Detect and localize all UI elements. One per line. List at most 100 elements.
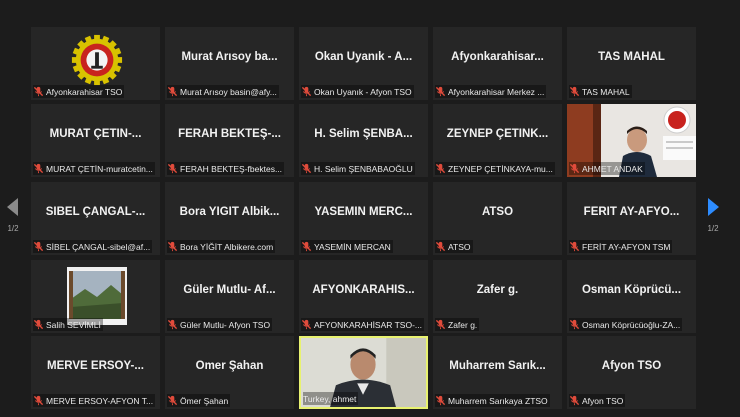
participant-label: AFYONKARAHİSAR TSO-... <box>301 318 425 331</box>
participant-tile[interactable]: ATSO ATSO <box>433 182 562 255</box>
muted-mic-icon <box>435 86 446 97</box>
participant-label: Turkey, ahmet <box>303 392 359 405</box>
muted-mic-icon <box>167 86 178 97</box>
muted-mic-icon <box>301 241 312 252</box>
participant-name-label: FERİT AY-AFYON TSM <box>582 241 671 252</box>
participant-label: Afyonkarahisar TSO <box>33 85 125 98</box>
participant-tile[interactable]: Bora YİĞİT Albik... Bora YİĞİT Albikere.c… <box>165 182 294 255</box>
participant-name-label: AFYONKARAHİSAR TSO-... <box>314 319 423 330</box>
participant-tile[interactable]: H. Selim ŞENBA... H. Selim ŞENBABAOĞLU <box>299 104 428 177</box>
participant-name-label: Bora YİĞİT Albikere.com <box>180 241 274 252</box>
participant-name-label: Ömer Şahan <box>180 395 229 406</box>
participant-label: MURAT ÇETİN-muratcetin... <box>33 162 155 175</box>
participant-label: FERİT AY-AFYON TSM <box>569 240 673 253</box>
participant-tile[interactable]: ZEYNEP ÇETİNK... ZEYNEP ÇETİNKAYA-mu... <box>433 104 562 177</box>
participant-tile[interactable]: SİBEL ÇANGAL-... SİBEL ÇANGAL-sibel@af... <box>31 182 160 255</box>
participant-tile[interactable]: Ömer Şahan Ömer Şahan <box>165 336 294 409</box>
participant-name-label: Okan Uyanık - Afyon TSO <box>314 86 412 97</box>
next-page-button[interactable]: 1/2 <box>700 180 726 250</box>
muted-mic-icon <box>435 163 446 174</box>
participant-tile[interactable]: FERAH BEKTEŞ-... FERAH BEKTEŞ-fbektes... <box>165 104 294 177</box>
muted-mic-icon <box>569 395 580 406</box>
participant-label: SİBEL ÇANGAL-sibel@af... <box>33 240 153 253</box>
participant-tile[interactable]: Afyonkarahisar TSO <box>31 27 160 100</box>
participant-label: YASEMİN MERCAN <box>301 240 393 253</box>
participant-label: Murat Arısoy basin@afy... <box>167 85 279 98</box>
participant-display-name: Murat Arısoy ba... <box>181 51 278 63</box>
participant-label: Okan Uyanık - Afyon TSO <box>301 85 414 98</box>
participant-display-name: H. Selim ŞENBA... <box>314 128 413 140</box>
participant-display-name: Güler Mutlu- Af... <box>183 284 276 296</box>
participant-name-label: Muharrem Sarıkaya ZTSO <box>448 395 548 406</box>
participant-label: TAS MAHAL <box>569 85 632 98</box>
participant-label: Afyonkarahisar Merkez ... <box>435 85 547 98</box>
muted-mic-icon <box>301 319 312 330</box>
participant-tile[interactable]: MERVE ERSOY-... MERVE ERSOY-AFYON T... <box>31 336 160 409</box>
muted-mic-icon <box>33 395 44 406</box>
participant-display-name: MURAT ÇETİN-... <box>49 128 142 140</box>
participant-grid: Afyonkarahisar TSO Murat Arısoy ba... Mura… <box>0 0 740 417</box>
participant-display-name: Afyonkarahisar... <box>451 51 544 63</box>
participant-name-label: Osman Köprücüoğlu-ZA... <box>582 319 681 330</box>
participant-tile[interactable]: Murat Arısoy ba... Murat Arısoy basin@afy… <box>165 27 294 100</box>
participant-name-label: MERVE ERSOY-AFYON T... <box>46 395 154 406</box>
participant-label: Zafer g. <box>435 318 480 331</box>
muted-mic-icon <box>33 241 44 252</box>
participant-label: Osman Köprücüoğlu-ZA... <box>569 318 683 331</box>
participant-name-label: Murat Arısoy basin@afy... <box>180 86 277 97</box>
participant-display-name: ATSO <box>481 206 514 218</box>
participant-tile[interactable]: YASEMİN MERC... YASEMİN MERCAN <box>299 182 428 255</box>
muted-mic-icon <box>569 163 580 174</box>
muted-mic-icon <box>167 319 178 330</box>
participant-name-label: Turkey, ahmet <box>303 393 357 404</box>
participant-name-label: MURAT ÇETİN-muratcetin... <box>46 163 153 174</box>
participant-name-label: Güler Mutlu- Afyon TSO <box>180 319 271 330</box>
participant-tile[interactable]: Afyon TSO Afyon TSO <box>567 336 696 409</box>
participant-tile[interactable]: Güler Mutlu- Af... Güler Mutlu- Afyon TSO <box>165 260 294 333</box>
participant-name-label: H. Selim ŞENBABAOĞLU <box>314 163 413 174</box>
muted-mic-icon <box>301 86 312 97</box>
page-indicator-right: 1/2 <box>707 223 719 233</box>
participant-display-name: Zafer g. <box>476 284 519 296</box>
participant-name-label: Afyon TSO <box>582 395 624 406</box>
prev-page-button[interactable]: 1/2 <box>0 180 26 250</box>
participant-tile[interactable]: AFYONKARAHİS... AFYONKARAHİSAR TSO-... <box>299 260 428 333</box>
participant-tile[interactable]: FERİT AY-AFYO... FERİT AY-AFYON TSM <box>567 182 696 255</box>
chevron-right-icon <box>708 197 719 216</box>
participant-label: MERVE ERSOY-AFYON T... <box>33 394 156 407</box>
participant-tile[interactable]: Afyonkarahisar... Afyonkarahisar Merkez .… <box>433 27 562 100</box>
participant-tile[interactable]: AHMET ANDAK <box>567 104 696 177</box>
participant-tile[interactable]: Okan Uyanık - A... Okan Uyanık - Afyon TS… <box>299 27 428 100</box>
participant-name-label: SİBEL ÇANGAL-sibel@af... <box>46 241 151 252</box>
participant-label: Afyon TSO <box>569 394 626 407</box>
participant-label: FERAH BEKTEŞ-fbektes... <box>167 162 285 175</box>
participant-tile[interactable]: MURAT ÇETİN-... MURAT ÇETİN-muratcetin... <box>31 104 160 177</box>
participant-label: ATSO <box>435 240 473 253</box>
participant-tile[interactable]: Osman Köprücü... Osman Köprücüoğlu-ZA... <box>567 260 696 333</box>
page-indicator-left: 1/2 <box>7 223 19 233</box>
muted-mic-icon <box>167 241 178 252</box>
muted-mic-icon <box>301 163 312 174</box>
muted-mic-icon <box>167 163 178 174</box>
participant-label: Güler Mutlu- Afyon TSO <box>167 318 273 331</box>
participant-tile[interactable]: Salih SEVİMLİ <box>31 260 160 333</box>
muted-mic-icon <box>435 395 446 406</box>
participant-name-label: FERAH BEKTEŞ-fbektes... <box>180 163 283 174</box>
participant-display-name: Muharrem Sarık... <box>449 360 546 372</box>
participant-display-name: TAS MAHAL <box>598 51 665 63</box>
participant-label: Salih SEVİMLİ <box>33 318 103 331</box>
chamber-logo-icon <box>71 34 123 86</box>
participant-display-name: MERVE ERSOY-... <box>47 360 144 372</box>
participant-tile[interactable]: Turkey, ahmet <box>299 336 428 409</box>
participant-tile[interactable]: TAS MAHAL TAS MAHAL <box>567 27 696 100</box>
participant-display-name: AFYONKARAHİS... <box>312 284 415 296</box>
participant-name-label: AHMET ANDAK <box>582 163 643 174</box>
participant-tile[interactable]: Muharrem Sarık... Muharrem Sarıkaya ZTSO <box>433 336 562 409</box>
participant-tile[interactable]: Zafer g. Zafer g. <box>433 260 562 333</box>
muted-mic-icon <box>569 241 580 252</box>
participant-display-name: Afyon TSO <box>601 360 662 372</box>
participant-display-name: Okan Uyanık - A... <box>314 51 413 63</box>
chevron-left-icon <box>7 197 18 216</box>
participant-name-label: Zafer g. <box>448 319 478 330</box>
participant-name-label: ZEYNEP ÇETİNKAYA-mu... <box>448 163 553 174</box>
